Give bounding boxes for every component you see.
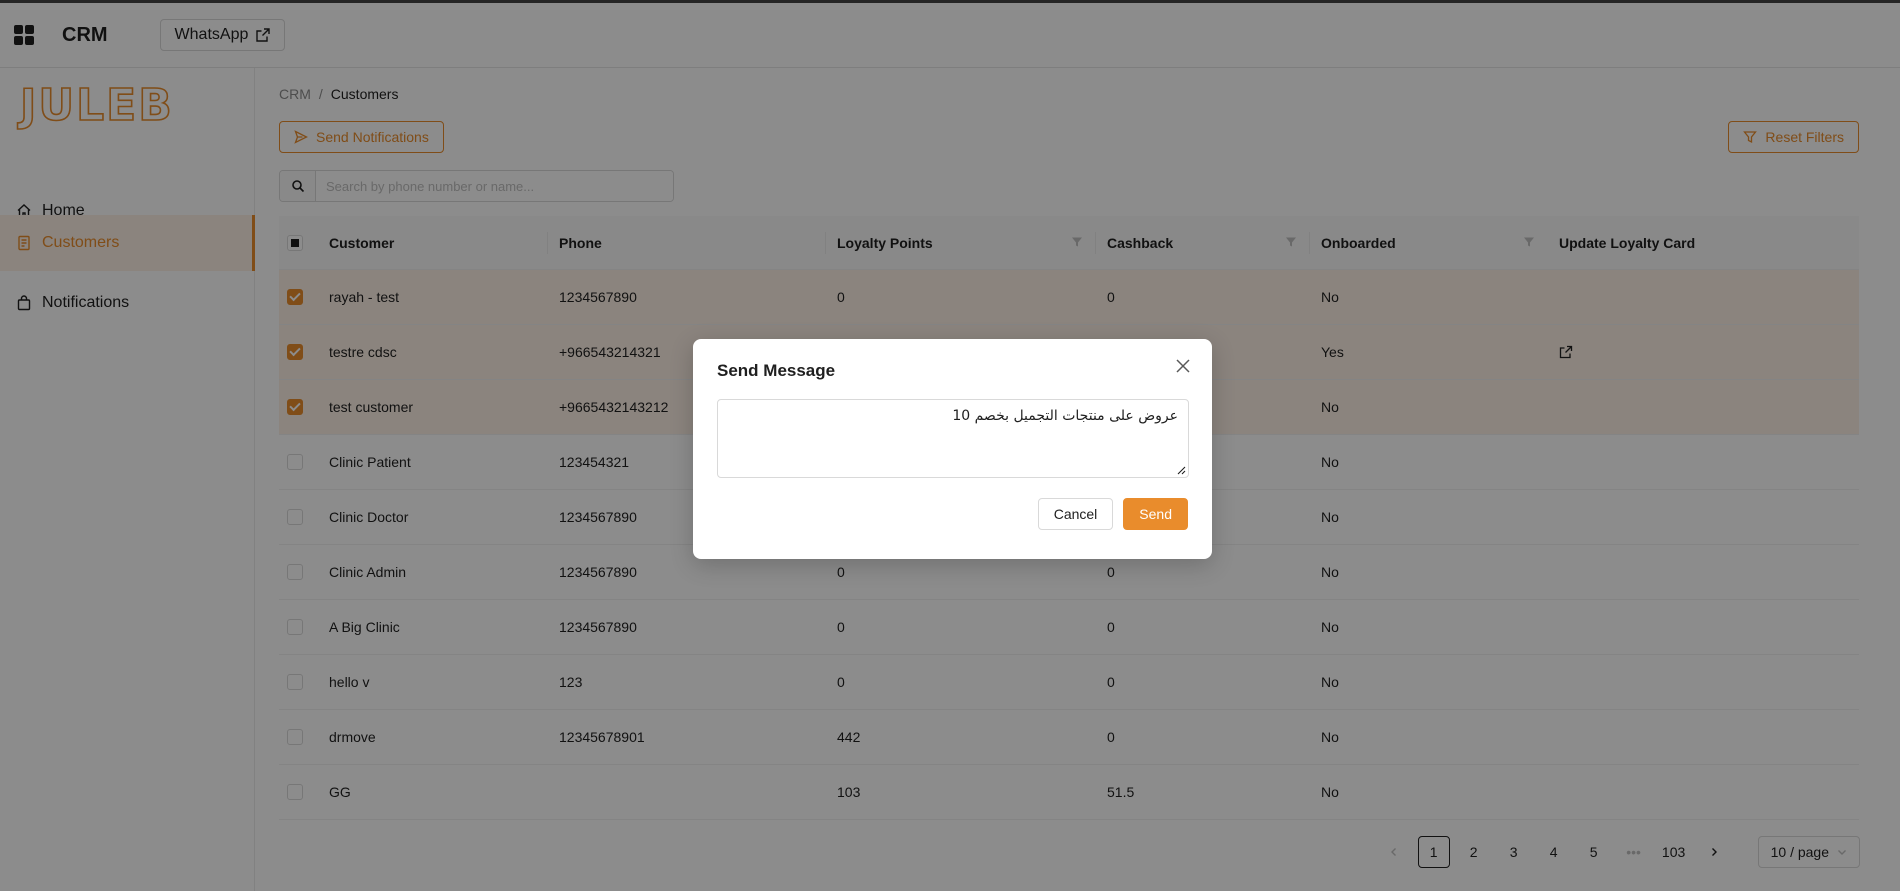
send-message-dialog: Send Message عروض على منتجات التجميل بخص… (693, 339, 1212, 559)
cancel-button[interactable]: Cancel (1037, 498, 1114, 530)
close-icon[interactable] (1174, 357, 1192, 375)
message-textarea[interactable]: عروض على منتجات التجميل بخصم 10 (717, 399, 1189, 478)
resize-handle-icon[interactable] (1176, 465, 1186, 475)
dialog-actions: Cancel Send (1037, 498, 1188, 530)
send-button[interactable]: Send (1123, 498, 1188, 530)
message-textarea-wrap: عروض على منتجات التجميل بخصم 10 (717, 399, 1189, 478)
dialog-title: Send Message (717, 361, 836, 380)
